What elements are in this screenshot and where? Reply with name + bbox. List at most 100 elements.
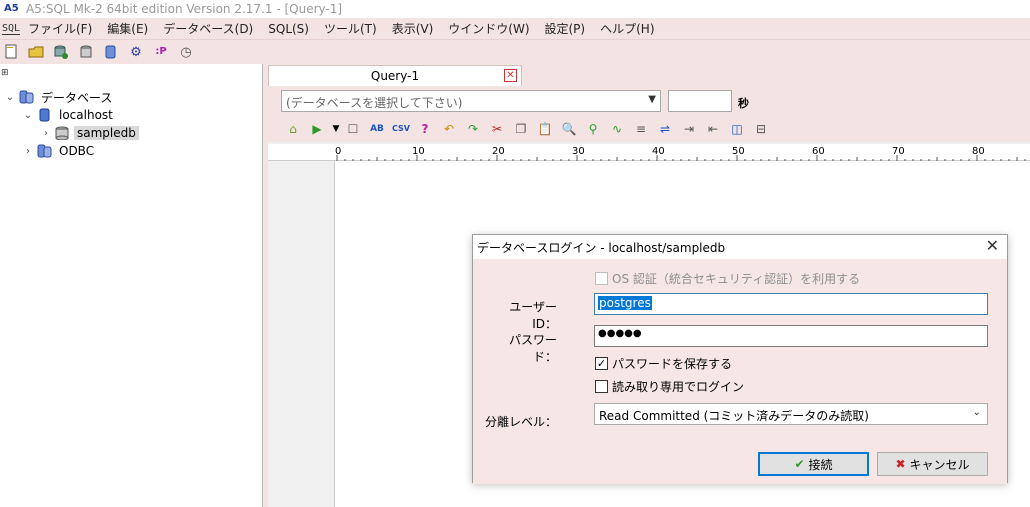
align-icon[interactable]: ≡ bbox=[632, 120, 650, 138]
sql-format-icon[interactable]: ⌂ bbox=[284, 120, 302, 138]
os-auth-checkbox[interactable]: OS 認証（統合セキュリティ認証）を利用する bbox=[595, 270, 860, 287]
tree-node-sampledb[interactable]: › sampledb bbox=[40, 124, 139, 142]
close-icon[interactable]: ✕ bbox=[504, 69, 517, 82]
menu-file[interactable]: ファイル(F) bbox=[28, 20, 92, 37]
editor-tabstrip: Query-1 ✕ bbox=[268, 64, 1030, 86]
connect-button-label: 接続 bbox=[808, 457, 833, 472]
tree-node-localhost[interactable]: ⌄ localhost bbox=[22, 106, 116, 124]
menu-window[interactable]: ウインドウ(W) bbox=[448, 20, 529, 37]
gear-icon[interactable]: ⚙ bbox=[127, 43, 145, 61]
password-value: ●●●●● bbox=[598, 328, 642, 339]
database-login-dialog: データベースログイン - localhost/sampledb ✕ OS 認証（… bbox=[472, 234, 1008, 484]
run-to-table-icon[interactable]: AB bbox=[368, 120, 386, 138]
ruler-label: 50 bbox=[732, 146, 745, 157]
cut-icon[interactable]: ✂ bbox=[488, 120, 506, 138]
menu-view[interactable]: 表示(V) bbox=[392, 20, 434, 37]
tree-toolbar: ⊞ bbox=[0, 64, 262, 82]
menu-database[interactable]: データベース(D) bbox=[163, 20, 253, 37]
tab-query-1[interactable]: Query-1 ✕ bbox=[268, 65, 522, 86]
split-view-icon[interactable]: ◫ bbox=[728, 120, 746, 138]
find-icon[interactable]: 🔍 bbox=[560, 120, 578, 138]
open-folder-icon[interactable] bbox=[27, 43, 45, 61]
database-connect-icon[interactable] bbox=[52, 43, 70, 61]
readonly-login-checkbox[interactable]: 読み取り専用でログイン bbox=[595, 378, 744, 395]
main-toolbar: ⚙ :P ◷ bbox=[0, 40, 1030, 64]
chevron-down-icon[interactable]: ⌄ bbox=[22, 110, 34, 121]
paste-icon[interactable]: 📋 bbox=[536, 120, 554, 138]
isolation-level-select[interactable]: Read Committed (コミット済みデータのみ読取) ⌄ bbox=[594, 403, 988, 425]
stop-icon[interactable]: ☐ bbox=[344, 120, 362, 138]
database-select[interactable]: (データベースを選択して下さい) ▼ bbox=[281, 90, 661, 112]
os-auth-label: OS 認証（統合セキュリティ認証）を利用する bbox=[612, 272, 861, 286]
chevron-right-icon[interactable]: › bbox=[40, 128, 52, 139]
tree-node-databases[interactable]: ⌄ データベース bbox=[4, 88, 115, 106]
checkbox-box bbox=[595, 272, 608, 285]
user-id-value: postgres bbox=[598, 296, 652, 310]
database-tree-pane: ⊞ ⌄ データベース ⌄ localhost › sampledb › ODBC bbox=[0, 64, 263, 507]
check-icon: ✔ bbox=[794, 457, 805, 471]
ruler-label: 60 bbox=[812, 146, 825, 157]
dialog-body: OS 認証（統合セキュリティ認証）を利用する ユーザーID： postgres … bbox=[473, 259, 1007, 484]
menu-edit[interactable]: 編集(E) bbox=[107, 20, 148, 37]
checkbox-box bbox=[595, 380, 608, 393]
tree-node-odbc[interactable]: › ODBC bbox=[22, 142, 97, 160]
tree-node-label: ODBC bbox=[59, 144, 95, 158]
save-password-checkbox[interactable]: ✓ パスワードを保存する bbox=[595, 355, 732, 372]
ruler-label: 40 bbox=[652, 146, 665, 157]
readonly-login-label: 読み取り専用でログイン bbox=[612, 380, 745, 394]
clock-icon[interactable]: ◷ bbox=[177, 43, 195, 61]
database-icon bbox=[54, 126, 70, 141]
redo-icon[interactable]: ↷ bbox=[464, 120, 482, 138]
tree-view-icon[interactable]: ⊞ bbox=[1, 68, 13, 78]
find-next-icon[interactable]: ⚲ bbox=[584, 120, 602, 138]
run-sql-icon[interactable]: ▶ bbox=[308, 120, 326, 138]
undo-icon[interactable]: ↶ bbox=[440, 120, 458, 138]
replace-icon[interactable]: ∿ bbox=[608, 120, 626, 138]
menu-sql[interactable]: SQL(S) bbox=[268, 22, 309, 36]
run-options-chevron-icon[interactable]: ▼ bbox=[332, 120, 340, 138]
outdent-icon[interactable]: ⇤ bbox=[704, 120, 722, 138]
ruler-label: 80 bbox=[972, 146, 985, 157]
run-to-csv-icon[interactable]: CSV bbox=[392, 120, 410, 138]
database-disconnect-icon[interactable] bbox=[77, 43, 95, 61]
cancel-button-label: キャンセル bbox=[909, 457, 970, 472]
menu-tools[interactable]: ツール(T) bbox=[324, 20, 377, 37]
database-select-row: (データベースを選択して下さい) ▼ 秒 bbox=[268, 86, 1030, 116]
cancel-button[interactable]: ✖ キャンセル bbox=[877, 452, 988, 476]
wrap-icon[interactable]: ⇌ bbox=[656, 120, 674, 138]
isolation-level-label: 分離レベル： bbox=[484, 415, 557, 429]
plugin-icon[interactable]: :P bbox=[152, 43, 170, 61]
tree-node-label: データベース bbox=[41, 90, 113, 105]
server-icon bbox=[36, 108, 52, 122]
chevron-down-icon: ▼ bbox=[648, 94, 656, 105]
sql-logo-icon: SQL bbox=[2, 22, 21, 35]
indent-icon[interactable]: ⇥ bbox=[680, 120, 698, 138]
ruler-label: 20 bbox=[492, 146, 505, 157]
menubar: SQL ファイル(F) 編集(E) データベース(D) SQL(S) ツール(T… bbox=[0, 18, 1030, 40]
menu-settings[interactable]: 設定(P) bbox=[545, 20, 586, 37]
odbc-icon bbox=[36, 144, 52, 158]
database-group-icon bbox=[18, 90, 34, 104]
tab-label: Query-1 bbox=[370, 69, 420, 83]
database-refresh-icon[interactable] bbox=[102, 43, 120, 61]
close-icon[interactable]: ✕ bbox=[986, 238, 999, 254]
window-title: A5:SQL Mk-2 64bit edition Version 2.17.1… bbox=[26, 2, 343, 16]
ruler-label: 10 bbox=[412, 146, 425, 157]
menu-help[interactable]: ヘルプ(H) bbox=[600, 20, 654, 37]
connect-button[interactable]: ✔ 接続 bbox=[758, 452, 869, 476]
chevron-down-icon: ⌄ bbox=[972, 407, 981, 418]
tree-node-label: sampledb bbox=[74, 126, 139, 140]
password-input[interactable]: ●●●●● bbox=[594, 325, 988, 347]
explain-icon[interactable]: ? bbox=[416, 120, 434, 138]
seconds-label: 秒 bbox=[738, 97, 749, 110]
save-password-label: パスワードを保存する bbox=[612, 357, 733, 371]
new-file-icon[interactable] bbox=[2, 43, 20, 61]
line-number-gutter bbox=[268, 161, 335, 507]
chevron-down-icon[interactable]: ⌄ bbox=[4, 92, 16, 103]
timeout-input[interactable] bbox=[668, 90, 732, 112]
chevron-right-icon[interactable]: › bbox=[22, 146, 34, 157]
copy-icon[interactable]: ❐ bbox=[512, 120, 530, 138]
outline-icon[interactable]: ⊟ bbox=[752, 120, 770, 138]
dialog-title: データベースログイン - localhost/sampledb bbox=[477, 240, 726, 255]
user-id-input[interactable]: postgres bbox=[594, 293, 988, 315]
